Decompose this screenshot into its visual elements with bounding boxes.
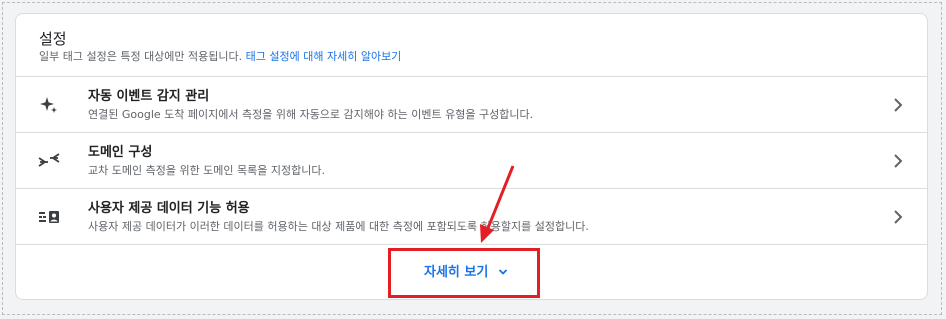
row-title: 자동 이벤트 감지 관리 [88, 89, 210, 104]
row-title: 사용자 제공 데이터 기능 허용 [88, 201, 250, 216]
settings-title: 설정 [39, 30, 67, 48]
sparkle-icon [38, 95, 60, 115]
settings-subtitle: 일부 태그 설정은 특정 대상에만 적용됩니다. 태그 설정에 대해 자세히 알… [39, 50, 401, 64]
row-domain-config[interactable]: 도메인 구성 교차 도메인 측정을 위한 도메인 목록을 지정합니다. [16, 133, 927, 189]
row-user-provided-data[interactable]: 사용자 제공 데이터 기능 허용 사용자 제공 데이터가 이러한 데이터를 허용… [16, 189, 927, 245]
merge-arrows-icon [38, 151, 60, 171]
chevron-right-icon [891, 153, 905, 169]
chevron-right-icon [891, 209, 905, 225]
row-description: 교차 도메인 측정을 위한 도메인 목록을 지정합니다. [88, 164, 325, 177]
annotation-highlight-box [388, 248, 540, 298]
row-auto-event-detection[interactable]: 자동 이벤트 감지 관리 연결된 Google 도착 페이지에서 측정을 위해 … [16, 77, 927, 133]
learn-more-link[interactable]: 태그 설정에 대해 자세히 알아보기 [246, 50, 402, 63]
user-data-icon [38, 207, 60, 227]
row-title: 도메인 구성 [88, 145, 153, 160]
chevron-right-icon [891, 97, 905, 113]
settings-header: 설정 일부 태그 설정은 특정 대상에만 적용됩니다. 태그 설정에 대해 자세… [16, 14, 927, 77]
row-description: 사용자 제공 데이터가 이러한 데이터를 허용하는 대상 제품에 대한 측정에 … [88, 220, 589, 233]
settings-subtitle-text: 일부 태그 설정은 특정 대상에만 적용됩니다. [39, 50, 243, 63]
row-description: 연결된 Google 도착 페이지에서 측정을 위해 자동으로 감지해야 하는 … [88, 108, 534, 121]
